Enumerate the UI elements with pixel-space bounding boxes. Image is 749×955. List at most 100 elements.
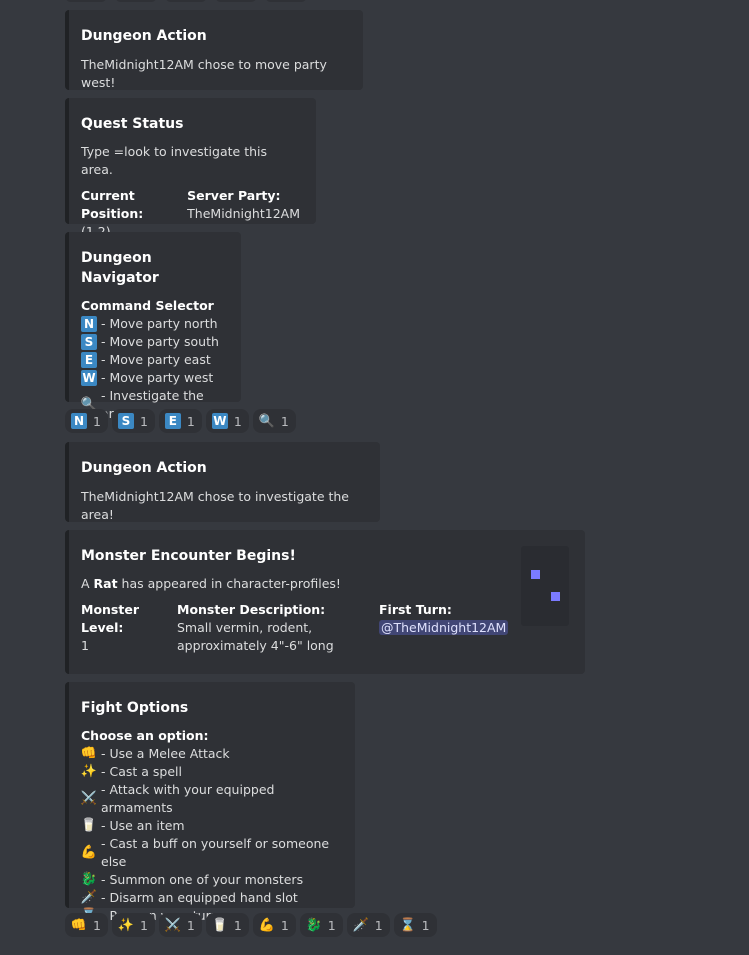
reaction-disarm[interactable]: 🗡️ 1: [346, 913, 390, 937]
dungeon-navigator-embed: Dungeon Navigator Command Selector N - Mo…: [65, 232, 241, 421]
field-value: 1: [81, 638, 89, 653]
option-buff: 💪 - Cast a buff on yourself or someone el…: [81, 835, 339, 871]
command-text: - Move party south: [101, 334, 219, 349]
reaction-investigate[interactable]: 🔍 1: [252, 409, 296, 433]
fight-options-embed: Fight Options Choose an option: 👊 - Use a…: [65, 682, 355, 923]
monster-thumbnail-image[interactable]: [521, 546, 569, 626]
reaction-count: 1: [139, 413, 148, 429]
regional-n-icon: N: [81, 316, 97, 332]
previous-reactions-strip: [65, 0, 307, 2]
reaction-count: 1: [421, 917, 430, 933]
dungeon-action-embed: Dungeon Action TheMidnight12AM chose to …: [65, 10, 363, 90]
monster-encounter-embed: Monster Encounter Begins! A Rat has appe…: [65, 530, 585, 674]
option-text: - Use a Melee Attack: [101, 746, 230, 761]
reaction-count: 1: [186, 413, 195, 429]
command-south: S - Move party south: [81, 333, 225, 351]
command-east: E - Move party east: [81, 351, 225, 369]
field-name: Server Party:: [187, 188, 281, 203]
previous-reaction: [215, 0, 257, 2]
embed-title: Dungeon Action: [81, 460, 207, 476]
option-spell: ✨ - Cast a spell: [81, 763, 339, 781]
reaction-count: 1: [280, 413, 289, 429]
embed-description: TheMidnight12AM chose to move party west…: [81, 57, 327, 90]
dragon-icon: 🐉: [80, 872, 98, 887]
field-value: TheMidnight12AM: [187, 206, 300, 221]
option-armaments: ⚔️ - Attack with your equipped armaments: [81, 781, 339, 817]
dagger-icon: 🗡️: [352, 917, 369, 933]
option-text: - Cast a buff on yourself or someone els…: [101, 836, 330, 869]
monster-name: Rat: [93, 576, 118, 591]
embed-description: TheMidnight12AM chose to investigate the…: [81, 489, 349, 522]
embed-description: A Rat has appeared in character-profiles…: [81, 575, 569, 593]
reaction-west[interactable]: W1: [205, 409, 249, 433]
dragon-icon: 🐉: [305, 917, 322, 933]
reaction-count: 1: [233, 413, 242, 429]
embed-title: Dungeon Navigator: [81, 250, 159, 286]
field-value: Small vermin, rodent, approximately 4"-6…: [177, 620, 334, 653]
regional-n-icon: N: [71, 413, 87, 429]
glass-icon: 🥛: [211, 917, 228, 933]
reaction-summon[interactable]: 🐉 1: [299, 913, 343, 937]
dungeon-action-embed: Dungeon Action TheMidnight12AM chose to …: [65, 442, 380, 522]
hourglass-icon: ⌛: [399, 917, 416, 933]
option-summon: 🐉 - Summon one of your monsters: [81, 871, 339, 889]
reaction-item[interactable]: 🥛 1: [205, 913, 249, 937]
reaction-north[interactable]: N1: [65, 409, 108, 433]
embed-title: Monster Encounter Begins!: [81, 548, 296, 564]
option-text: - Attack with your equipped armaments: [101, 782, 275, 815]
option-text: - Summon one of your monsters: [101, 872, 304, 887]
magnifier-icon: 🔍: [258, 413, 275, 429]
previous-reaction: [165, 0, 207, 2]
option-text: - Use an item: [101, 818, 185, 833]
reaction-east[interactable]: E1: [158, 409, 202, 433]
field-name: Current Position:: [81, 188, 144, 221]
field-first-turn: First Turn: @TheMidnight12AM: [379, 601, 509, 655]
reaction-count: 1: [139, 917, 148, 933]
user-mention[interactable]: @TheMidnight12AM: [379, 620, 509, 635]
option-item: 🥛 - Use an item: [81, 817, 339, 835]
thumbnail-pixel: [551, 592, 560, 601]
sparkles-icon: ✨: [117, 917, 135, 933]
regional-s-icon: S: [117, 413, 134, 429]
command-text: - Move party north: [101, 316, 218, 331]
reaction-count: 1: [374, 917, 383, 933]
thumbnail-pixel: [531, 570, 540, 579]
navigator-reactions: N1 S1 E1 W1 🔍 1: [65, 409, 296, 433]
sparkles-icon: ✨: [80, 764, 98, 779]
option-disarm: 🗡️ - Disarm an equipped hand slot: [81, 889, 339, 907]
reaction-melee[interactable]: 👊 1: [65, 913, 108, 937]
previous-reaction: [265, 0, 307, 2]
flexed-arm-icon: 💪: [80, 845, 98, 860]
reaction-count: 1: [93, 917, 101, 933]
field-monster-level: Monster Level: 1: [81, 601, 177, 655]
crossed-swords-icon: ⚔️: [80, 791, 98, 806]
regional-e-icon: E: [81, 352, 97, 368]
flexed-arm-icon: 💪: [258, 917, 275, 933]
embed-description: Type =look to investigate this area.: [81, 144, 267, 177]
description-text: A: [81, 576, 94, 591]
option-text: - Disarm an equipped hand slot: [101, 890, 298, 905]
embed-title: Fight Options: [81, 700, 189, 716]
option-melee: 👊 - Use a Melee Attack: [81, 745, 339, 763]
reaction-spell[interactable]: ✨ 1: [111, 913, 155, 937]
choose-option-heading: Choose an option:: [81, 728, 209, 743]
reaction-pass[interactable]: ⌛ 1: [393, 913, 437, 937]
glass-icon: 🥛: [80, 818, 98, 833]
regional-e-icon: E: [164, 413, 181, 429]
embed-title: Quest Status: [81, 116, 184, 132]
embed-title: Dungeon Action: [81, 28, 207, 44]
regional-w-icon: W: [211, 413, 228, 429]
reaction-count: 1: [280, 917, 289, 933]
reaction-count: 1: [327, 917, 336, 933]
reaction-armaments[interactable]: ⚔️ 1: [158, 913, 202, 937]
description-text: has appeared in character-profiles!: [117, 576, 341, 591]
field-name: Monster Level:: [81, 602, 139, 635]
regional-w-icon: W: [81, 370, 97, 386]
previous-reaction: [65, 0, 107, 2]
reaction-south[interactable]: S1: [111, 409, 155, 433]
field-name: First Turn:: [379, 602, 452, 617]
quest-status-embed: Quest Status Type =look to investigate t…: [65, 98, 316, 239]
reaction-count: 1: [233, 917, 242, 933]
reaction-buff[interactable]: 💪 1: [252, 913, 296, 937]
command-north: N - Move party north: [81, 315, 225, 333]
